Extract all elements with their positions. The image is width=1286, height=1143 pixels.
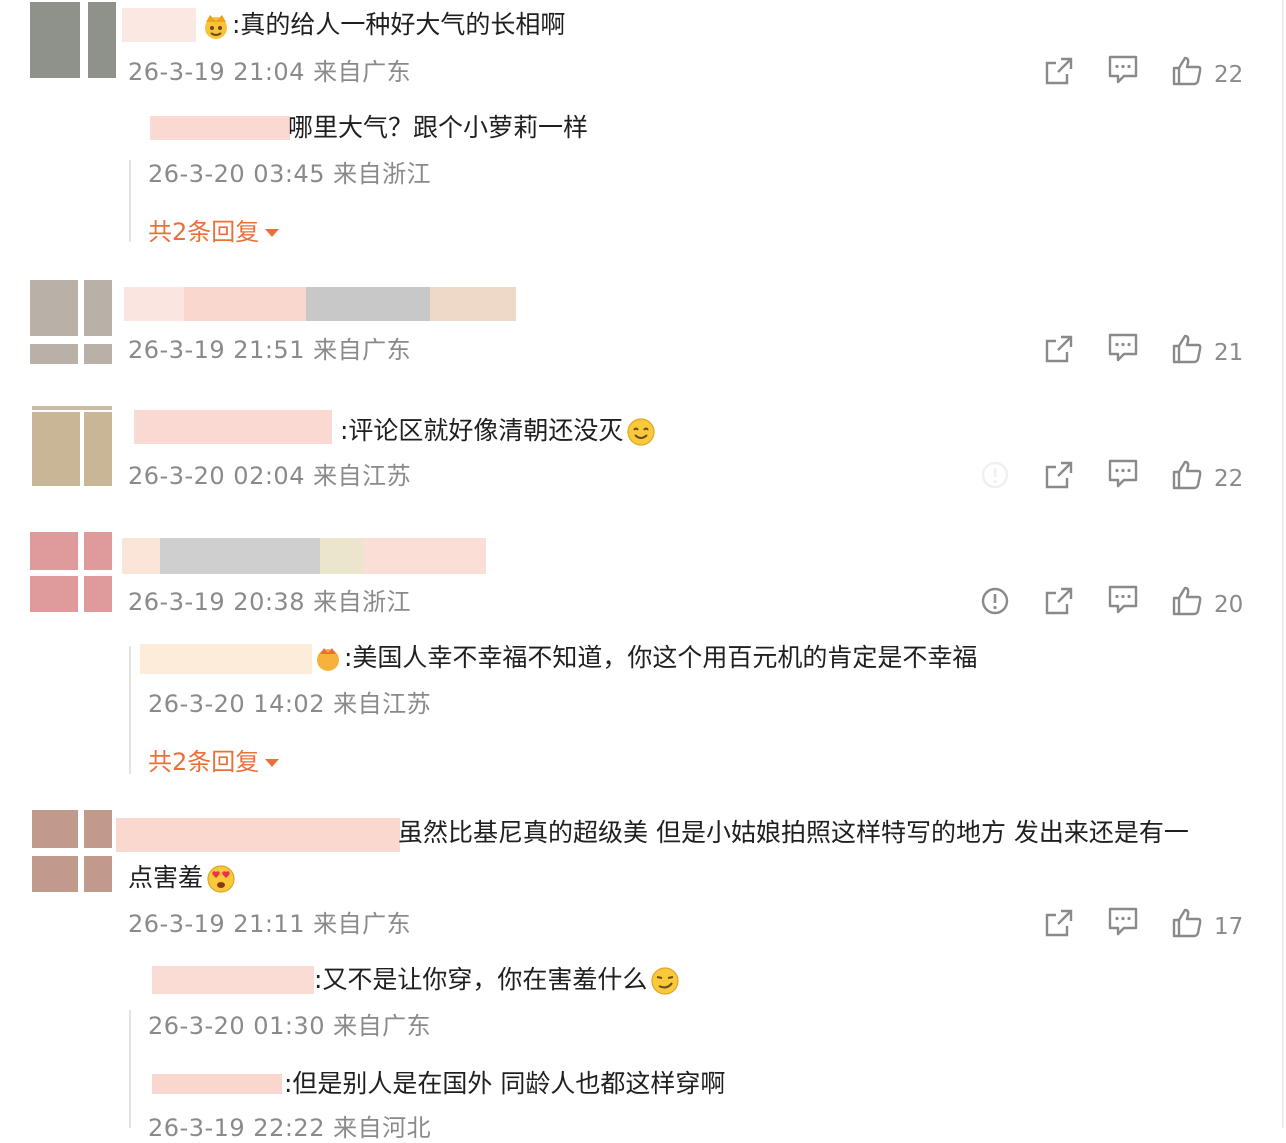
username-blurred[interactable] bbox=[122, 538, 486, 574]
username-blurred[interactable] bbox=[116, 818, 400, 852]
thumbs-up-icon[interactable] bbox=[1170, 906, 1204, 940]
crown-emoji-icon bbox=[200, 10, 232, 42]
thread-line bbox=[129, 646, 131, 774]
username-blurred[interactable] bbox=[152, 966, 314, 994]
smile-emoji-icon bbox=[625, 416, 657, 448]
reply-meta: 26-3-20 01:30 来自广东 bbox=[148, 1012, 432, 1040]
like-count: 21 bbox=[1214, 340, 1244, 366]
reply-meta: 26-3-20 14:02 来自江苏 bbox=[148, 690, 432, 718]
thread-line bbox=[129, 160, 131, 242]
comment-text-line2: 点害羞 bbox=[128, 863, 237, 895]
caret-down-icon bbox=[265, 229, 280, 237]
avatar[interactable] bbox=[30, 2, 116, 78]
report-icon[interactable] bbox=[978, 584, 1012, 618]
thumbs-up-icon[interactable] bbox=[1170, 458, 1204, 492]
like-count: 22 bbox=[1214, 62, 1244, 88]
comment-icon[interactable] bbox=[1106, 330, 1140, 364]
comment-icon[interactable] bbox=[1106, 52, 1140, 86]
avatar[interactable] bbox=[32, 810, 112, 892]
like-count: 20 bbox=[1214, 592, 1244, 618]
like-count: 22 bbox=[1214, 466, 1244, 492]
reply-text: 哪里大气？跟个小萝莉一样 bbox=[288, 113, 589, 142]
username-blurred[interactable] bbox=[134, 410, 332, 444]
share-icon[interactable] bbox=[1042, 584, 1076, 618]
report-icon[interactable] bbox=[978, 458, 1012, 492]
comment-meta: 26-3-19 21:51 来自广东 bbox=[128, 336, 412, 364]
comment-meta: 26-3-19 21:11 来自广东 bbox=[128, 910, 412, 938]
comment-text: :真的给人一种好大气的长相啊 bbox=[198, 10, 565, 42]
reply-meta: 26-3-19 22:22 来自河北 bbox=[148, 1114, 432, 1142]
caret-down-icon bbox=[265, 759, 280, 767]
avatar[interactable] bbox=[30, 280, 112, 364]
thumbs-up-icon[interactable] bbox=[1170, 584, 1204, 618]
smirk-emoji-icon bbox=[649, 965, 681, 997]
comment-icon[interactable] bbox=[1106, 582, 1140, 616]
share-icon[interactable] bbox=[1042, 458, 1076, 492]
emoji-icon bbox=[312, 643, 344, 675]
comment-icon[interactable] bbox=[1106, 456, 1140, 490]
username-blurred[interactable] bbox=[140, 644, 312, 674]
comment-text: :评论区就好像清朝还没灭 bbox=[340, 416, 657, 448]
comment-text: 虽然比基尼真的超级美 但是小姑娘拍照这样特写的地方 发出来还是有一 bbox=[398, 818, 1189, 847]
username-blurred[interactable] bbox=[150, 116, 290, 140]
comment-icon[interactable] bbox=[1106, 904, 1140, 938]
username-blurred[interactable] bbox=[124, 287, 516, 321]
comment-meta: 26-3-19 20:38 来自浙江 bbox=[128, 588, 412, 616]
like-count: 17 bbox=[1214, 914, 1244, 940]
reply-text: :又不是让你穿，你在害羞什么 bbox=[314, 965, 681, 997]
more-replies-link[interactable]: 共2条回复 bbox=[148, 217, 280, 247]
reply-text: :但是别人是在国外 同龄人也都这样穿啊 bbox=[284, 1069, 726, 1098]
username-blurred[interactable] bbox=[152, 1074, 282, 1094]
avatar[interactable] bbox=[30, 532, 112, 612]
share-icon[interactable] bbox=[1042, 906, 1076, 940]
username-blurred[interactable] bbox=[122, 8, 196, 42]
reply-text: :美国人幸不幸福不知道，你这个用百元机的肯定是不幸福 bbox=[310, 643, 977, 675]
thread-line bbox=[129, 1010, 131, 1128]
more-replies-link[interactable]: 共2条回复 bbox=[148, 747, 280, 777]
comment-meta: 26-3-19 21:04 来自广东 bbox=[128, 58, 412, 86]
share-icon[interactable] bbox=[1042, 54, 1076, 88]
share-icon[interactable] bbox=[1042, 332, 1076, 366]
heart-eyes-emoji-icon bbox=[205, 863, 237, 895]
avatar[interactable] bbox=[32, 406, 112, 486]
thumbs-up-icon[interactable] bbox=[1170, 332, 1204, 366]
comment-meta: 26-3-20 02:04 来自江苏 bbox=[128, 462, 412, 490]
reply-meta: 26-3-20 03:45 来自浙江 bbox=[148, 160, 432, 188]
right-edge-divider bbox=[1282, 0, 1284, 1128]
thumbs-up-icon[interactable] bbox=[1170, 54, 1204, 88]
